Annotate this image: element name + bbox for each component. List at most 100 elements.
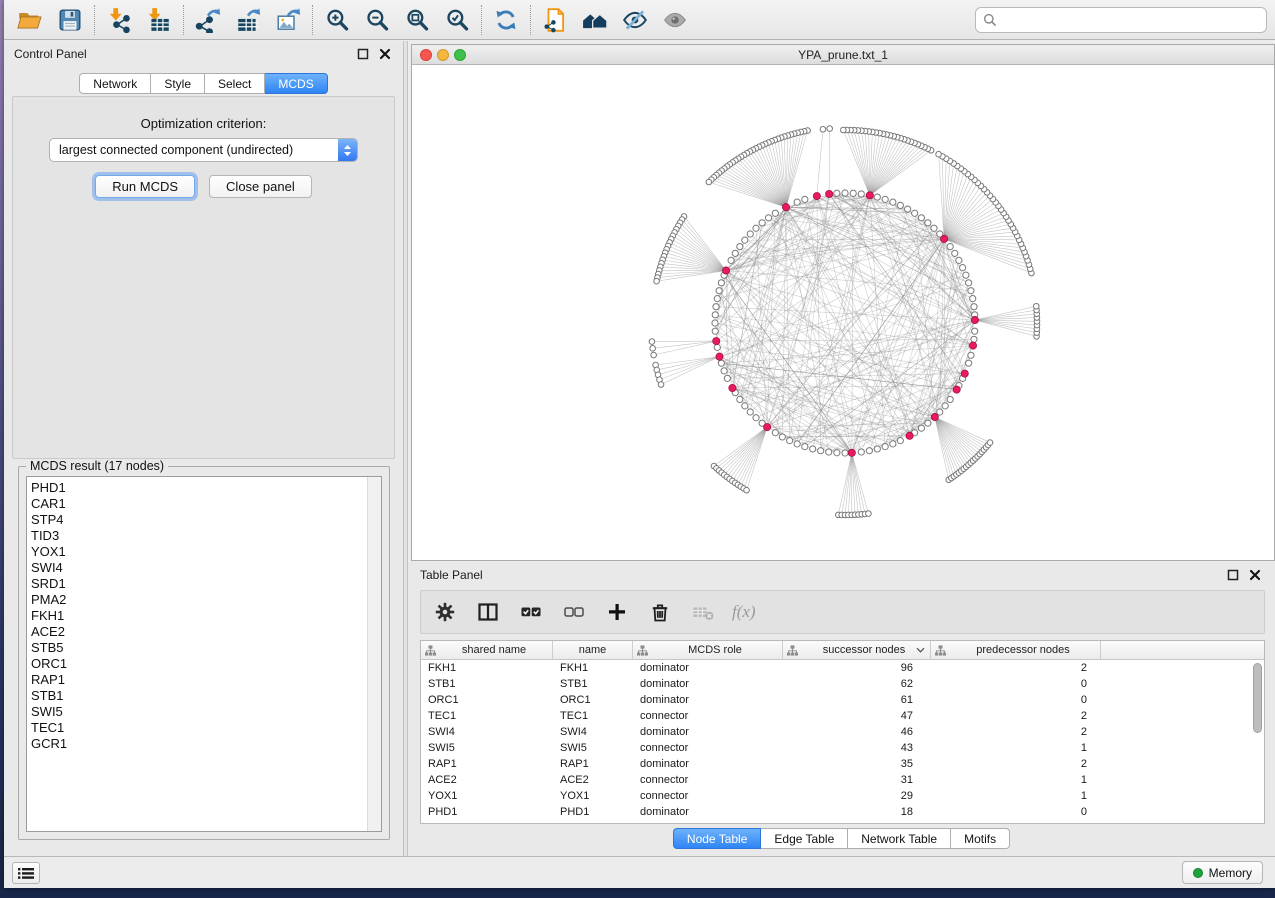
zoom-fit-button[interactable]	[397, 3, 437, 37]
cell-successor-nodes: 62	[783, 676, 931, 692]
save-session-button[interactable]	[50, 3, 90, 37]
maximize-window-icon[interactable]	[454, 49, 466, 61]
close-window-icon[interactable]	[420, 49, 432, 61]
mcds-result-item[interactable]: SRD1	[31, 576, 381, 592]
close-panel-icon[interactable]	[377, 46, 393, 62]
export-network-button[interactable]	[188, 3, 228, 37]
column-header-predecessor-nodes[interactable]: predecessor nodes	[931, 641, 1101, 659]
table-row[interactable]: YOX1YOX1connector291	[421, 788, 1264, 804]
network-from-selection-button[interactable]	[535, 3, 575, 37]
zoom-out-button[interactable]	[357, 3, 397, 37]
network-canvas[interactable]	[412, 65, 1274, 560]
column-header-name[interactable]: name	[553, 641, 633, 659]
cell-successor-nodes: 47	[783, 708, 931, 724]
attribute-type-icon	[787, 645, 798, 656]
mcds-result-item[interactable]: STB1	[31, 688, 381, 704]
tab-mcds[interactable]: MCDS	[265, 73, 327, 94]
search-box[interactable]	[975, 7, 1267, 33]
status-bar: Memory	[4, 856, 1275, 888]
mcds-result-item[interactable]: STP4	[31, 512, 381, 528]
zoom-in-button[interactable]	[317, 3, 357, 37]
mcds-result-item[interactable]: TEC1	[31, 720, 381, 736]
table-row[interactable]: STB1STB1dominator620	[421, 676, 1264, 692]
float-panel-icon[interactable]	[355, 46, 371, 62]
mcds-result-list[interactable]: PHD1CAR1STP4TID3YOX1SWI4SRD1PMA2FKH1ACE2…	[26, 476, 382, 832]
mcds-result-item[interactable]: RAP1	[31, 672, 381, 688]
search-icon	[983, 13, 997, 27]
first-neighbors-icon	[582, 7, 608, 33]
attribute-type-icon	[425, 645, 436, 656]
mcds-result-item[interactable]: ACE2	[31, 624, 381, 640]
table-tabs: Node TableEdge TableNetwork TableMotifs	[408, 828, 1275, 849]
column-header-MCDS-role[interactable]: MCDS role	[633, 641, 783, 659]
export-table-button[interactable]	[228, 3, 268, 37]
import-network-icon	[106, 7, 132, 33]
column-header-successor-nodes[interactable]: successor nodes	[783, 641, 931, 659]
tab-network[interactable]: Network	[79, 73, 151, 94]
select-all-rows-button[interactable]	[517, 598, 545, 626]
mcds-result-item[interactable]: YOX1	[31, 544, 381, 560]
mcds-result-item[interactable]: SWI4	[31, 560, 381, 576]
search-input[interactable]	[1002, 13, 1259, 27]
table-row[interactable]: ORC1ORC1dominator610	[421, 692, 1264, 708]
criterion-selected-value: largest connected component (undirected)	[50, 143, 338, 157]
tab-network-table[interactable]: Network Table	[848, 828, 951, 849]
table-row[interactable]: FKH1FKH1dominator962	[421, 660, 1264, 676]
cell-shared-name: TEC1	[421, 708, 553, 724]
mcds-result-item[interactable]: GCR1	[31, 736, 381, 752]
cell-name: YOX1	[553, 788, 633, 804]
table-row[interactable]: ACE2ACE2connector311	[421, 772, 1264, 788]
import-table-button[interactable]	[139, 3, 179, 37]
close-table-panel-icon[interactable]	[1247, 567, 1263, 583]
tab-edge-table[interactable]: Edge Table	[761, 828, 848, 849]
deselect-all-rows-button[interactable]	[560, 598, 588, 626]
minimize-window-icon[interactable]	[437, 49, 449, 61]
tab-select[interactable]: Select	[205, 73, 265, 94]
delete-column-button[interactable]	[646, 598, 674, 626]
table-row[interactable]: PHD1PHD1dominator180	[421, 804, 1264, 820]
open-file-button[interactable]	[10, 3, 50, 37]
cell-successor-nodes: 31	[783, 772, 931, 788]
main-toolbar	[4, 0, 1275, 40]
add-column-button[interactable]	[603, 598, 631, 626]
zoom-selected-button[interactable]	[437, 3, 477, 37]
column-layout-button[interactable]	[474, 598, 502, 626]
table-row[interactable]: SWI5SWI5connector431	[421, 740, 1264, 756]
show-all-button[interactable]	[655, 3, 695, 37]
column-layout-icon	[476, 600, 500, 624]
mcds-list-scrollbar[interactable]	[367, 477, 381, 831]
table-row[interactable]: RAP1RAP1dominator352	[421, 756, 1264, 772]
mcds-result-item[interactable]: CAR1	[31, 496, 381, 512]
close-panel-button[interactable]: Close panel	[209, 175, 312, 198]
hide-selected-button[interactable]	[615, 3, 655, 37]
mcds-result-item[interactable]: TID3	[31, 528, 381, 544]
mcds-result-item[interactable]: PMA2	[31, 592, 381, 608]
optimization-criterion-select[interactable]: largest connected component (undirected)	[49, 138, 358, 162]
refresh-layout-button[interactable]	[486, 3, 526, 37]
cell-shared-name: ACE2	[421, 772, 553, 788]
table-scrollbar[interactable]	[1253, 663, 1262, 733]
table-row[interactable]: TEC1TEC1connector472	[421, 708, 1264, 724]
export-table-icon	[235, 7, 261, 33]
mcds-result-item[interactable]: STB5	[31, 640, 381, 656]
import-network-button[interactable]	[99, 3, 139, 37]
network-graph[interactable]	[412, 65, 1274, 560]
mcds-result-item[interactable]: FKH1	[31, 608, 381, 624]
mcds-result-item[interactable]: ORC1	[31, 656, 381, 672]
memory-button[interactable]: Memory	[1182, 861, 1263, 884]
attribute-type-icon	[637, 645, 648, 656]
task-history-button[interactable]	[12, 862, 40, 884]
tab-style[interactable]: Style	[151, 73, 205, 94]
tab-node-table[interactable]: Node Table	[673, 828, 762, 849]
network-frame-titlebar[interactable]: YPA_prune.txt_1	[412, 45, 1274, 65]
float-table-panel-icon[interactable]	[1225, 567, 1241, 583]
table-row[interactable]: SWI4SWI4dominator462	[421, 724, 1264, 740]
mcds-result-item[interactable]: PHD1	[31, 480, 381, 496]
first-neighbors-button[interactable]	[575, 3, 615, 37]
export-image-button[interactable]	[268, 3, 308, 37]
attribute-settings-button[interactable]	[431, 598, 459, 626]
tab-motifs[interactable]: Motifs	[951, 828, 1010, 849]
run-mcds-button[interactable]: Run MCDS	[95, 175, 195, 198]
mcds-result-item[interactable]: SWI5	[31, 704, 381, 720]
column-header-shared-name[interactable]: shared name	[421, 641, 553, 659]
